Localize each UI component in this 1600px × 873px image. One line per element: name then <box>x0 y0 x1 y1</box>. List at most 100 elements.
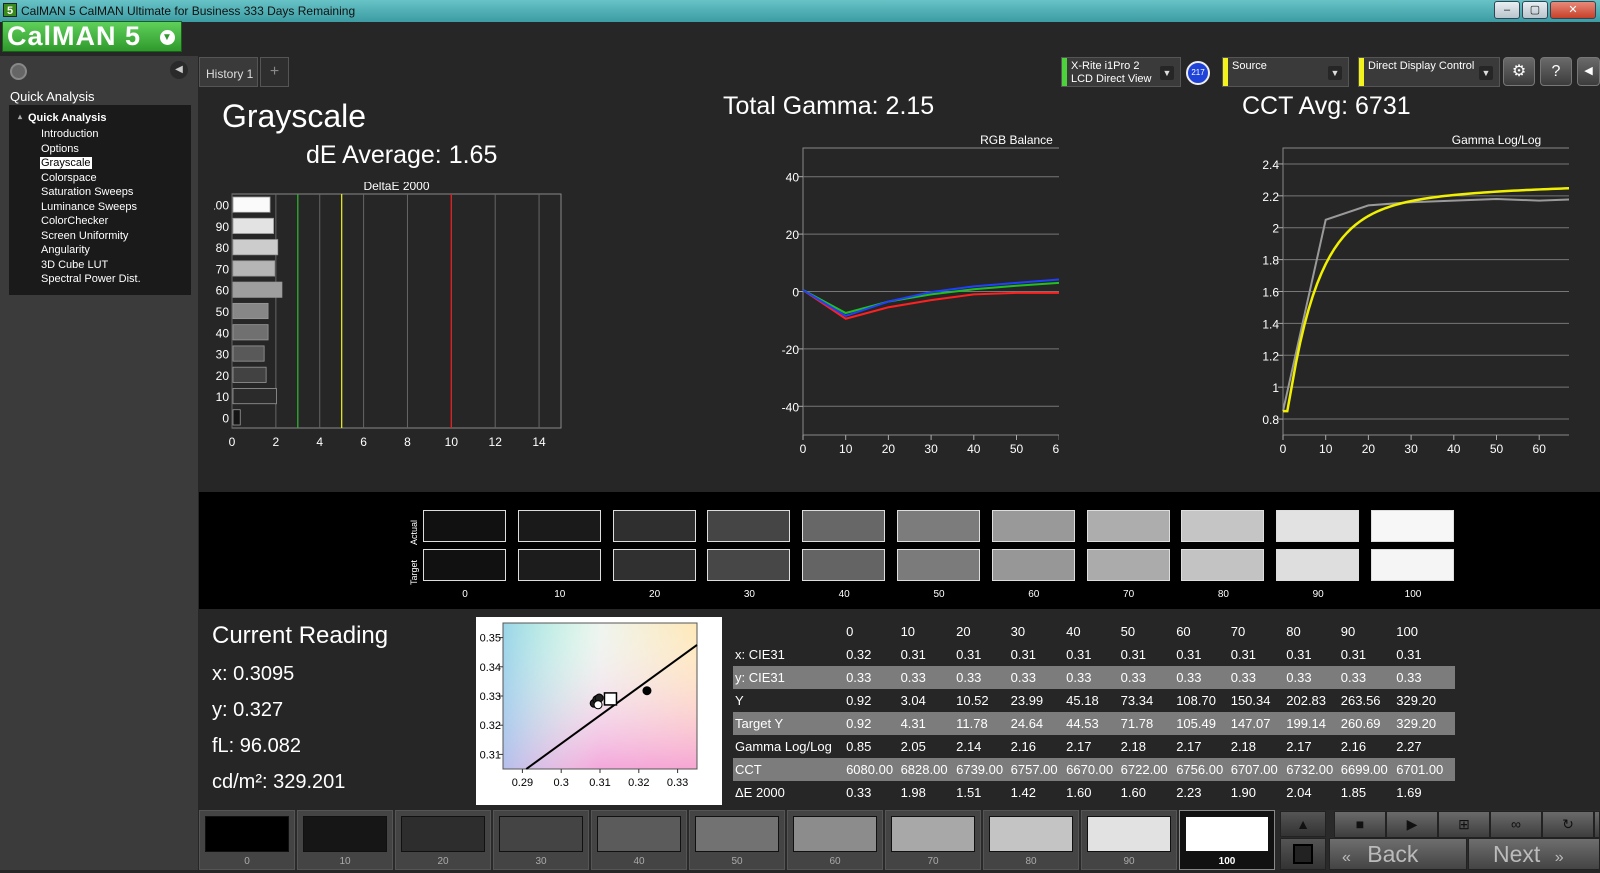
sidebar-item-luminance-sweeps[interactable]: Luminance Sweeps <box>40 201 138 213</box>
source-selector[interactable]: Source ▼ <box>1222 57 1349 87</box>
stop-measure-button[interactable] <box>1280 838 1326 870</box>
check-icon[interactable] <box>1594 811 1600 838</box>
meter-selector[interactable]: X-Rite i1Pro 2 LCD Direct View ▼ <box>1061 57 1181 87</box>
swatch-level-label: 90 <box>1312 589 1324 600</box>
table-cell: 0.31 <box>1284 643 1339 666</box>
table-cell: 45.18 <box>1064 689 1119 712</box>
tab-history-1[interactable]: History 1 <box>199 57 258 87</box>
refresh-icon[interactable]: ↻ <box>1542 811 1594 838</box>
y-tick-label: 90 <box>216 220 230 234</box>
sidebar-item-grayscale[interactable]: Grayscale <box>40 157 92 169</box>
table-row: Gamma Log/Log 0.85 2.05 2.14 2.16 2.17 2.18 2.1… <box>733 735 1455 758</box>
loop-icon[interactable]: ∞ <box>1490 811 1542 838</box>
y-tick-label: 1 <box>1272 381 1279 395</box>
meter-badge[interactable]: 217 <box>1186 61 1210 85</box>
sidebar-item-saturation-sweeps[interactable]: Saturation Sweeps <box>40 186 134 198</box>
table-cell: 2.17 <box>1284 735 1339 758</box>
deltae-chart: DeltaE 2000 0 2 4 6 8 10 12 14 0 10 20 30 40 50 60 70 80 9… <box>214 182 562 449</box>
sidebar-item-spectral-power-dist[interactable]: Spectral Power Dist. <box>40 273 142 285</box>
stop-icon[interactable]: ■ <box>1334 811 1386 838</box>
y-tick-label: 30 <box>216 348 230 362</box>
patch-10[interactable]: 10 <box>297 810 393 870</box>
scroll-up-icon[interactable]: ▲ <box>1280 811 1326 837</box>
maximize-button[interactable]: ▢ <box>1522 1 1548 19</box>
patch-60[interactable]: 60 <box>787 810 883 870</box>
patch-70[interactable]: 70 <box>885 810 981 870</box>
chevron-down-icon: ▼ <box>160 30 175 45</box>
page-title: Grayscale <box>222 98 367 134</box>
sidebar-item-colorspace[interactable]: Colorspace <box>40 172 98 184</box>
calman-logo-button[interactable]: CalMAN 5 ▼ <box>2 21 182 52</box>
sidebar-item-screen-uniformity[interactable]: Screen Uniformity <box>40 230 129 242</box>
actual-row-label: Actual <box>409 519 419 545</box>
table-cell: 71.78 <box>1118 712 1175 735</box>
x-tick-label: 60 <box>1053 442 1059 456</box>
add-tab-button[interactable]: + <box>260 57 289 87</box>
table-row: x: CIE31 0.32 0.31 0.31 0.31 0.31 0.31 0.31 0.31… <box>733 643 1455 666</box>
close-button[interactable]: ✕ <box>1550 1 1596 19</box>
sidebar-item-angularity[interactable]: Angularity <box>40 244 91 256</box>
patch-100[interactable]: 100 <box>1179 810 1275 870</box>
x-tick-label: 10 <box>445 435 459 449</box>
patch-30[interactable]: 30 <box>493 810 589 870</box>
bar <box>232 239 279 256</box>
patch-label: 0 <box>244 856 250 867</box>
table-cell: 0.33 <box>1064 666 1119 689</box>
column-header: 90 <box>1338 620 1395 643</box>
column-header: 30 <box>1008 620 1065 643</box>
plot-area <box>231 193 562 429</box>
patch-90[interactable]: 90 <box>1081 810 1177 870</box>
sidebar-item-introduction[interactable]: Introduction <box>40 128 99 140</box>
title-bar: 5 CalMAN 5 CalMAN Ultimate for Business … <box>0 0 1600 22</box>
actual-swatch <box>1086 510 1170 542</box>
minimize-button[interactable]: – <box>1494 1 1520 19</box>
locus-point <box>642 686 652 696</box>
patch-40[interactable]: 40 <box>591 810 687 870</box>
next-label: Next <box>1493 841 1541 867</box>
table-cell: 1.85 <box>1338 781 1395 804</box>
workflow-icon[interactable] <box>10 63 27 80</box>
patch-80[interactable]: 80 <box>983 810 1079 870</box>
actual-swatch <box>707 510 791 542</box>
display-selector[interactable]: Direct Display Control ▼ <box>1358 57 1500 87</box>
row-label: x: CIE31 <box>733 643 845 666</box>
cie-chart: 0.29 0.3 0.31 0.32 0.33 0.35 0.34 0.33 0.32 0.31 <box>480 622 698 789</box>
patch-20[interactable]: 20 <box>395 810 491 870</box>
target-swatch <box>612 549 696 581</box>
table-row: CCT 6080.00 6828.00 6739.00 6757.00 6670.00 67… <box>733 758 1455 781</box>
column-header: 70 <box>1228 620 1285 643</box>
y-tick-label: 70 <box>216 262 230 276</box>
patch-0[interactable]: 0 <box>199 810 295 870</box>
x-tick-label: 30 <box>924 442 938 456</box>
sidebar-item-colorchecker[interactable]: ColorChecker <box>40 215 109 227</box>
fit-icon[interactable]: ⊞ <box>1438 811 1490 838</box>
actual-swatch <box>1371 510 1454 542</box>
x-tick-label: 10 <box>839 442 853 456</box>
swatch-level-label: 40 <box>838 589 850 600</box>
next-button[interactable]: Next » <box>1468 838 1600 870</box>
swatch-level-label: 70 <box>1123 589 1135 600</box>
table-cell: 0.33 <box>844 781 899 804</box>
patch-label: 50 <box>731 856 743 867</box>
sidebar-item-options[interactable]: Options <box>40 143 80 155</box>
patch-50[interactable]: 50 <box>689 810 785 870</box>
back-button[interactable]: « Back <box>1329 838 1467 870</box>
table-cell: 2.18 <box>1118 735 1175 758</box>
y-tick-label: 40 <box>216 326 230 340</box>
tree-header[interactable]: Quick Analysis <box>18 112 107 124</box>
bar <box>232 217 274 234</box>
rgb-balance-chart: RGB Balance40200-20-40010203040506070809… <box>782 133 1059 456</box>
table-cell: 329.20 <box>1394 689 1455 712</box>
patch-swatch <box>989 816 1073 852</box>
settings-gear-icon[interactable]: ⚙ <box>1503 57 1535 86</box>
play-icon[interactable]: ▶ <box>1386 811 1438 838</box>
help-icon[interactable]: ? <box>1540 57 1572 86</box>
collapse-right-icon[interactable]: ◀ <box>1577 57 1600 86</box>
x-tick-label: 14 <box>532 435 546 449</box>
collapse-sidebar-icon[interactable]: ◀ <box>170 61 188 79</box>
double-chevron-right-icon: » <box>1554 849 1564 866</box>
actual-swatch <box>612 510 696 542</box>
table-cell: 6722.00 <box>1118 758 1175 781</box>
table-cell: 0.33 <box>1284 666 1339 689</box>
sidebar-item-3d-cube-lut[interactable]: 3D Cube LUT <box>40 259 109 271</box>
